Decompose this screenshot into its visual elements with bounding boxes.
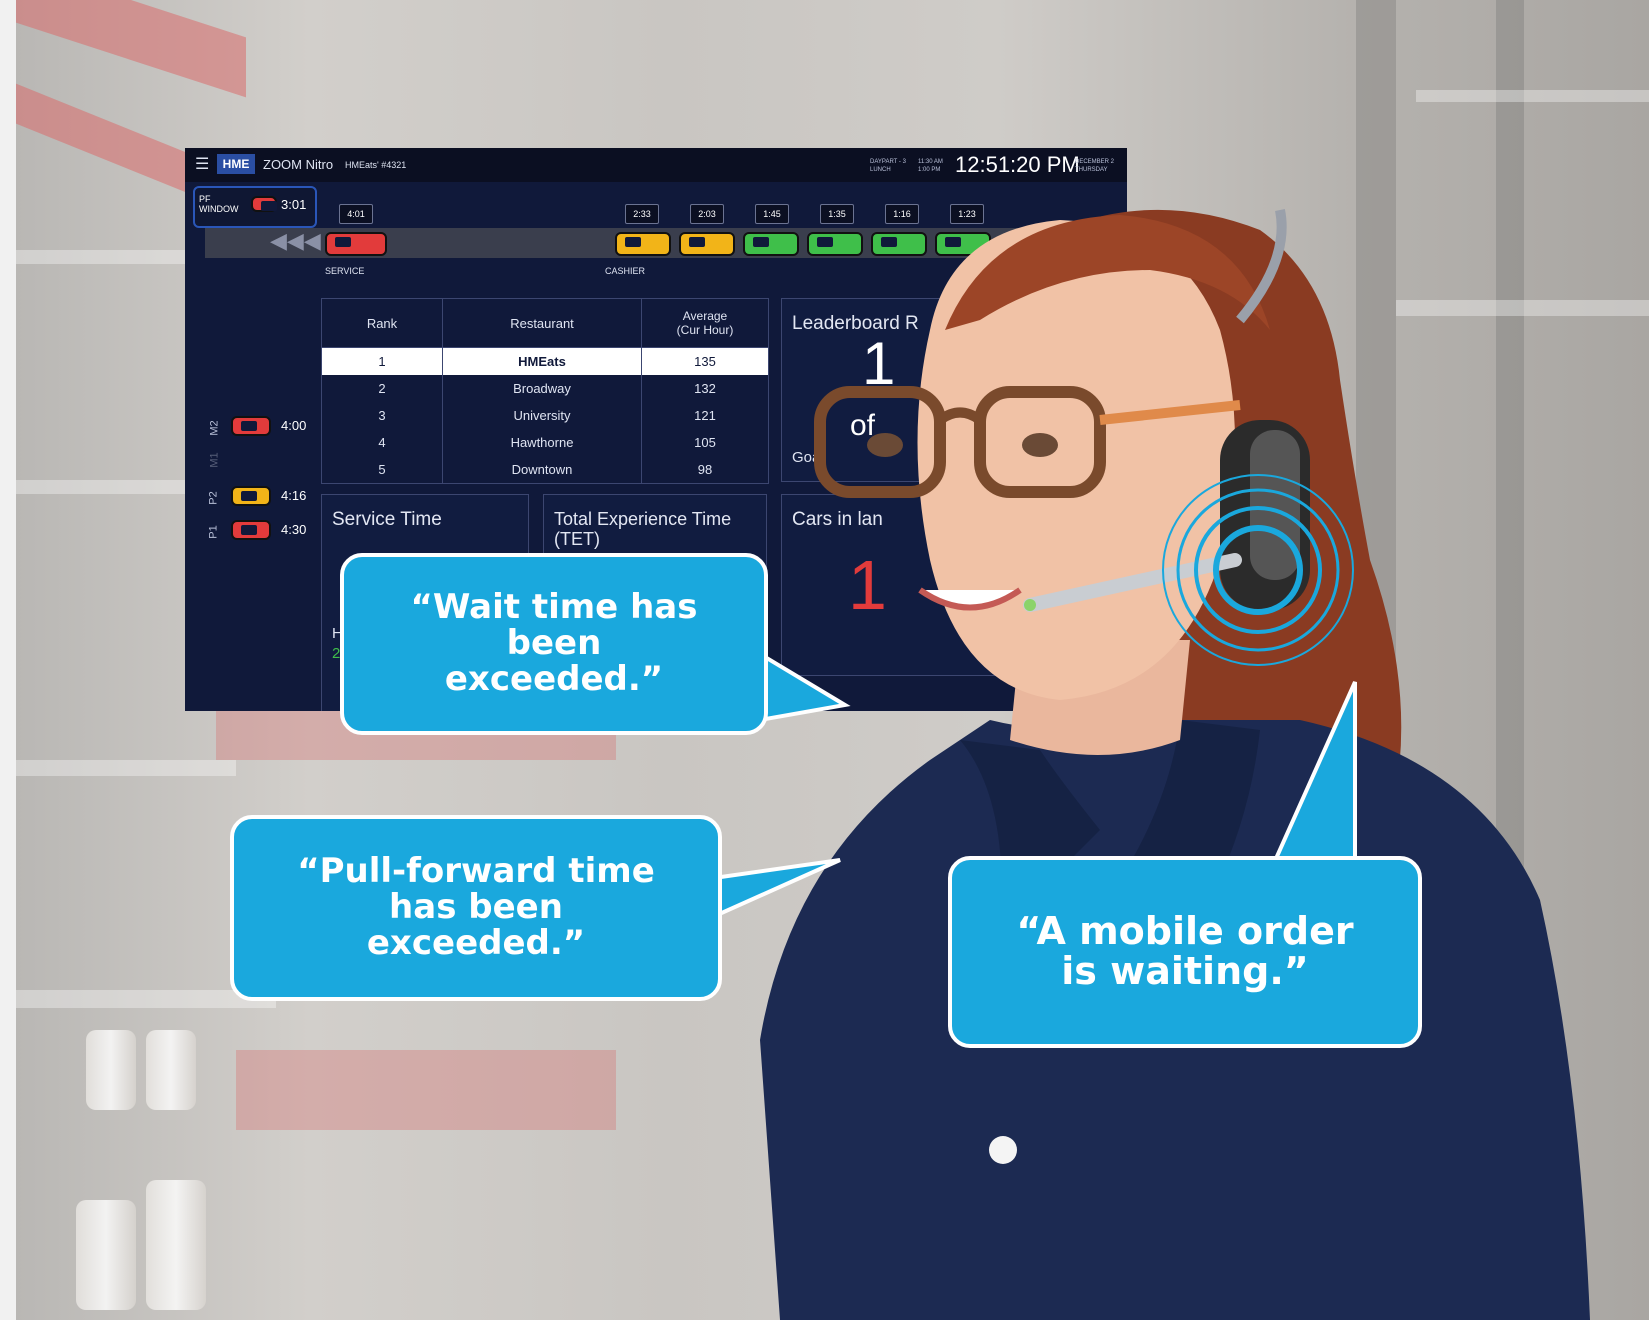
- shirt-button: [989, 1136, 1017, 1164]
- pull-forward-bubble: “Pull-forward time has been exceeded.”: [230, 815, 722, 1001]
- wait-time-bubble: “Wait time has been exceeded.”: [340, 553, 768, 735]
- mobile-order-bubble: “A mobile order is waiting.”: [948, 856, 1422, 1048]
- face: [917, 220, 1235, 700]
- employee-with-headset: [697, 209, 1590, 1320]
